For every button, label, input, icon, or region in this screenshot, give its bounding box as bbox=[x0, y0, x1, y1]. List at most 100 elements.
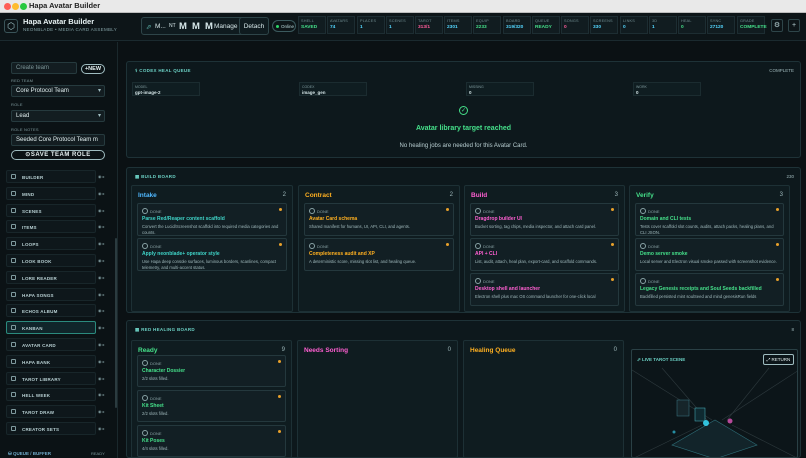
sidebar-item-label: HAPA BANK bbox=[22, 359, 51, 365]
column-title: Contract bbox=[305, 192, 332, 199]
nav-item-tools[interactable]: ◉ ▸ bbox=[98, 388, 112, 401]
sidebar-item-label: BUILDER bbox=[22, 175, 44, 180]
nav-item-icon bbox=[11, 241, 16, 247]
create-team-input[interactable]: Create team bbox=[11, 62, 77, 74]
kanban-card[interactable]: DONE Completeness audit and XP A determini… bbox=[304, 238, 454, 271]
card-title: Demo server smoke bbox=[640, 251, 688, 257]
nav-item-icon bbox=[11, 291, 16, 297]
stat-label: SYNC bbox=[710, 19, 722, 23]
sidebar-item-builder[interactable]: BUILDER bbox=[6, 170, 96, 183]
window-title: Hapa Avatar Builder bbox=[29, 1, 101, 10]
nav-item-icon bbox=[11, 190, 16, 196]
detach-button[interactable]: Detach bbox=[239, 17, 269, 35]
sidebar-item-mind[interactable]: MIND bbox=[6, 186, 96, 200]
nav-item-tools[interactable]: ◉ ▸ bbox=[98, 321, 112, 334]
sidebar-item-kanban[interactable]: KANBAN bbox=[6, 321, 96, 335]
return-button[interactable]: ⤢ RETURN bbox=[763, 354, 794, 365]
settings-icon[interactable]: ⚙ bbox=[771, 19, 783, 32]
nav-item-tools[interactable]: ◉ ▸ bbox=[98, 187, 112, 200]
kanban-card[interactable]: DONE Parse Red/Reaper content scaffold Con… bbox=[137, 203, 287, 236]
kanban-card[interactable]: DONE Apply neonblade+ operator style Use H… bbox=[137, 238, 287, 271]
add-icon[interactable]: + bbox=[788, 19, 800, 32]
app-title: Hapa Avatar Builder bbox=[23, 17, 95, 26]
nav-item-tools[interactable]: ◉ ▸ bbox=[98, 271, 112, 284]
mode-short[interactable]: M... bbox=[155, 23, 166, 30]
card-description: Electron shell plus mac OS command launc… bbox=[475, 294, 596, 299]
kanban-card[interactable]: DONE Character Dossier 2/2 slots filled. bbox=[137, 355, 286, 387]
sidebar-item-scenes[interactable]: SCENES bbox=[6, 203, 96, 217]
stat-heal: HEAL 0 bbox=[678, 16, 706, 34]
sidebar-item-items[interactable]: ITEMS bbox=[6, 220, 96, 234]
column-count: 3 bbox=[614, 192, 618, 198]
nav-item-tools[interactable]: ◉ ▸ bbox=[98, 338, 112, 351]
heal-message: Avatar library target reached bbox=[415, 125, 512, 132]
nav-item-tools[interactable]: ◉ ▸ bbox=[98, 288, 112, 301]
nav-item-icon bbox=[11, 325, 16, 331]
role-select[interactable]: Lead bbox=[11, 110, 105, 122]
sidebar-item-hapa-songs[interactable]: HAPA SONGS bbox=[6, 287, 96, 301]
sidebar-item-tarot-draw[interactable]: TAROT DRAW bbox=[6, 405, 96, 419]
red-healing-board-title: ▦ RED HEALING BOARD bbox=[135, 327, 195, 333]
heal-stat-value: image_gen bbox=[302, 90, 326, 95]
kanban-card[interactable]: DONE Kit Poses 4/4 slots filled. bbox=[137, 425, 286, 457]
sidebar-item-lore-reader[interactable]: LORE READER bbox=[6, 270, 96, 284]
minimize-window-icon[interactable] bbox=[12, 3, 19, 10]
live-tarot-scene[interactable]: ⬀ LIVE TAROT SCENE ⤢ RETURN bbox=[631, 349, 798, 458]
card-description: Backfilled persisted mint soulSeed and m… bbox=[640, 294, 757, 299]
sidebar-item-avatar-card[interactable]: AVATAR CARD bbox=[6, 338, 96, 351]
kanban-card[interactable]: DONE Kit Sheet 2/2 slots filled. bbox=[137, 390, 286, 422]
online-badge: Online bbox=[272, 20, 296, 32]
nav-item-tools[interactable]: ◉ ▸ bbox=[98, 422, 112, 435]
nav-item-tools[interactable]: ◉ ▸ bbox=[98, 204, 112, 217]
close-window-icon[interactable] bbox=[4, 3, 11, 10]
card-description: Tests cover scaffold slot counts, audits… bbox=[640, 224, 774, 235]
sidebar-item-tarot-library[interactable]: TAROT LIBRARY bbox=[6, 371, 96, 385]
stat-label: 3D bbox=[652, 19, 658, 23]
team-select[interactable]: Core Protocol Team bbox=[11, 85, 105, 97]
stat-label: HEAL bbox=[681, 19, 692, 23]
sidebar-item-look-book[interactable]: LOOK BOOK bbox=[6, 254, 96, 267]
new-team-button[interactable]: +NEW bbox=[81, 64, 105, 74]
role-notes-field[interactable]: Seeded Core Protocol Team m bbox=[11, 134, 105, 146]
role-label: ROLE bbox=[11, 102, 23, 107]
sidebar-item-creator-sets[interactable]: CREATOR SETS bbox=[6, 422, 96, 435]
stat-value: 313/1 bbox=[418, 25, 431, 30]
kanban-card[interactable]: DONE Avatar Card schema Shared manifest fo… bbox=[304, 203, 454, 236]
kanban-card[interactable]: DONE Legacy Genesis receipts and Soul See… bbox=[635, 273, 784, 306]
m-button-1[interactable]: M bbox=[179, 21, 187, 32]
sidebar-item-loops[interactable]: LOOPS bbox=[6, 237, 96, 251]
sidebar-item-echos-album[interactable]: ECHOS ALBUM bbox=[6, 304, 96, 318]
card-title: Avatar Card schema bbox=[309, 216, 358, 222]
sidebar-item-hapa-bank[interactable]: HAPA BANK bbox=[6, 354, 96, 368]
stat-value: COMPLETE bbox=[740, 25, 767, 30]
stat-value: 27120 bbox=[710, 25, 724, 30]
priority-dot-icon bbox=[611, 208, 614, 211]
manage-button[interactable]: Manage bbox=[214, 23, 238, 30]
sidebar-item-label: HAPA SONGS bbox=[22, 292, 54, 298]
sidebar-scrollbar[interactable] bbox=[115, 238, 117, 408]
heal-stat-value: 0 bbox=[469, 90, 472, 95]
stat-items: ITEMS 2301 bbox=[444, 16, 472, 34]
save-team-role-button[interactable]: ⊙SAVE TEAM ROLE bbox=[11, 150, 105, 160]
kanban-card[interactable]: DONE Demo server smoke Local server and El… bbox=[635, 238, 784, 271]
kanban-card[interactable]: DONE Desktop shell and launcher Electron s… bbox=[470, 273, 619, 306]
nav-item-tools[interactable]: ◉ ▸ bbox=[98, 372, 112, 385]
sidebar-item-hell-week[interactable]: HELL WEEK bbox=[6, 388, 96, 402]
kanban-card[interactable]: DONE API + CLI List, audit, attach, heal p… bbox=[470, 238, 619, 271]
nav-item-tools[interactable]: ◉ ▸ bbox=[98, 355, 112, 368]
stat-places: PLACES 1 bbox=[357, 16, 385, 34]
nav-item-tools[interactable]: ◉ ▸ bbox=[98, 170, 112, 183]
heal-stat-label: MODEL bbox=[135, 85, 148, 89]
m-button-2[interactable]: M bbox=[192, 21, 200, 32]
stat-value: 319/320 bbox=[506, 25, 524, 30]
kanban-card[interactable]: DONE Domain and CLI tests Tests cover scaf… bbox=[635, 203, 784, 236]
nav-item-tools[interactable]: ◉ ▸ bbox=[98, 254, 112, 267]
nav-item-tools[interactable]: ◉ ▸ bbox=[98, 405, 112, 418]
nav-item-tools[interactable]: ◉ ▸ bbox=[98, 220, 112, 233]
nav-item-tools[interactable]: ◉ ▸ bbox=[98, 237, 112, 250]
heal-stat-value: gpt-image-2 bbox=[135, 90, 161, 95]
maximize-window-icon[interactable] bbox=[20, 3, 27, 10]
m-button-3[interactable]: M bbox=[205, 21, 213, 32]
nav-item-tools[interactable]: ◉ ▸ bbox=[98, 304, 112, 317]
kanban-card[interactable]: DONE Dragdrop builder UI Bucket sorting, t… bbox=[470, 203, 619, 236]
